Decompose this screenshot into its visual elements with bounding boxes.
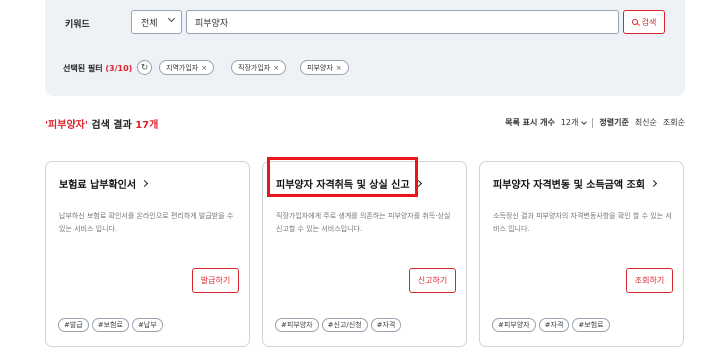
filter-chip-label: 지역가입자 — [166, 63, 199, 72]
sort-views-link[interactable]: 조회순 — [663, 117, 685, 128]
tag[interactable]: #자격 — [538, 318, 570, 332]
result-count: 17개 — [135, 120, 159, 131]
sort-latest-link[interactable]: 최신순 — [635, 117, 657, 128]
close-icon[interactable]: × — [201, 64, 207, 72]
divider — [592, 117, 594, 128]
list-count-label: 목록 표시 개수 — [505, 118, 555, 127]
selected-filter-count: (3/10) — [105, 64, 133, 73]
selected-filter-text: 선택된 필터 — [63, 64, 103, 73]
close-icon[interactable]: × — [336, 64, 342, 72]
category-select[interactable]: 전체 — [131, 10, 182, 34]
report-button[interactable]: 신고하기 — [409, 268, 456, 293]
chevron-right-icon — [141, 179, 149, 188]
card-tags: #발급 #보험료 #납부 — [58, 318, 163, 332]
filter-chip[interactable]: 지역가입자 × — [159, 60, 215, 75]
search-icon — [631, 19, 638, 25]
card-description: 소득정신 결과 피부양자의 자격변동사항을 확인 할 수 있는 서비스 입니다. — [493, 212, 672, 233]
issue-button[interactable]: 발급하기 — [192, 268, 239, 293]
search-panel: 키워드 전체 검색 선택된 필터 (3/10) ↻ 지역가입자 × 직장가입자 … — [45, 0, 685, 96]
card-title: 보험료 납부확인서 — [59, 180, 137, 191]
tag[interactable]: #보험료 — [91, 318, 129, 332]
card-title-link[interactable]: 보험료 납부확인서 — [59, 176, 149, 191]
refresh-icon: ↻ — [140, 62, 149, 73]
filter-chip[interactable]: 직장가입자 × — [231, 60, 287, 75]
tag[interactable]: #자격 — [370, 318, 402, 332]
close-icon[interactable]: × — [273, 64, 279, 72]
service-card: 피부양자 자격취득 및 상실 신고 직장가입자에게 주로 생계를 의존하는 피부… — [262, 161, 467, 347]
inquiry-button[interactable]: 조회하기 — [626, 268, 673, 293]
tag[interactable]: #피부양자 — [275, 318, 319, 332]
result-summary: '피부양자' 검색 결과 17개 — [45, 116, 158, 131]
card-title: 피부양자 자격변동 및 소득금액 조회 — [493, 180, 645, 191]
card-title-link[interactable]: 피부양자 자격변동 및 소득금액 조회 — [493, 176, 657, 191]
list-count-value: 12개 — [560, 118, 579, 127]
filter-chip-label: 직장가입자 — [238, 63, 271, 72]
search-button-label: 검색 — [641, 17, 657, 27]
sort-label: 정렬기준 — [599, 118, 629, 127]
chevron-right-icon — [414, 179, 422, 188]
chevron-right-icon — [649, 179, 657, 188]
chevron-down-icon — [581, 118, 588, 125]
card-tags: #피부양자 #신고/신청 #자격 — [275, 318, 402, 332]
card-title-link[interactable]: 피부양자 자격취득 및 상실 신고 — [276, 176, 422, 191]
tag[interactable]: #납부 — [131, 318, 163, 332]
tag[interactable]: #신고/신청 — [321, 318, 368, 332]
filter-chip[interactable]: 피부양자 × — [300, 60, 349, 75]
chevron-down-icon — [167, 14, 176, 23]
tag[interactable]: #발급 — [58, 318, 89, 332]
list-controls: 목록 표시 개수 12개 정렬기준 최신순 조회순 — [505, 117, 685, 128]
tag[interactable]: #보험료 — [572, 318, 610, 332]
list-count-select[interactable]: 12개 — [560, 117, 588, 128]
card-description: 납부하신 보험료 확인서를 온라인으로 편리하게 발급받을 수 있는 서비스 입… — [59, 212, 234, 233]
card-tags: #피부양자 #자격 #보험료 — [492, 318, 610, 332]
keyword-input[interactable] — [186, 10, 619, 34]
service-card: 보험료 납부확인서 납부하신 보험료 확인서를 온라인으로 편리하게 발급받을 … — [45, 161, 250, 347]
search-button[interactable]: 검색 — [623, 10, 665, 34]
reset-filter-button[interactable]: ↻ — [137, 60, 152, 75]
card-title: 피부양자 자격취득 및 상실 신고 — [276, 180, 410, 191]
filter-chip-label: 피부양자 — [307, 63, 333, 72]
service-card: 피부양자 자격변동 및 소득금액 조회 소득정신 결과 피부양자의 자격변동사항… — [479, 161, 684, 347]
tag[interactable]: #피부양자 — [492, 318, 536, 332]
card-description: 직장가입자에게 주로 생계를 의존하는 피부양자를 취득·상실 신고할 수 있는… — [276, 212, 451, 233]
selected-filter-label: 선택된 필터 (3/10) — [63, 63, 132, 74]
result-text: 검색 결과 — [87, 120, 136, 131]
keyword-label: 키워드 — [65, 20, 90, 30]
category-select-value: 전체 — [141, 18, 158, 29]
result-query: '피부양자' — [45, 120, 88, 131]
